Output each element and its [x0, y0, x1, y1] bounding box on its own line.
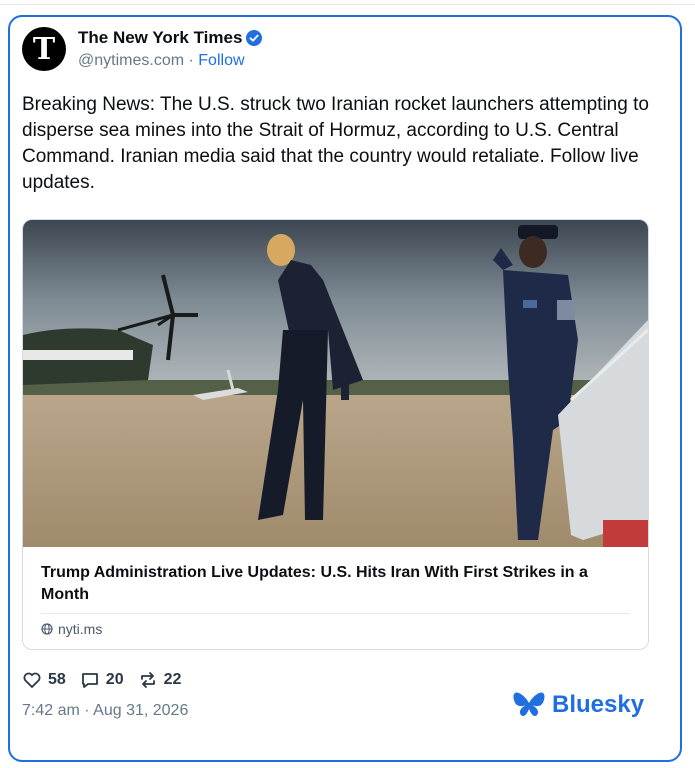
follow-button[interactable]: Follow	[198, 52, 244, 69]
handle-row: @nytimes.com · Follow	[78, 52, 262, 70]
globe-icon	[41, 623, 53, 635]
engagement-bar: 58 20 22	[22, 670, 195, 690]
like-count: 58	[48, 671, 66, 688]
post-header: T The New York Times @nytimes.com · Foll…	[22, 26, 263, 72]
comment-icon	[81, 673, 98, 688]
butterfly-icon	[513, 692, 545, 717]
author-info: The New York Times @nytimes.com · Follow	[78, 28, 263, 70]
brand-name: Bluesky	[552, 691, 645, 718]
display-name[interactable]: The New York Times	[78, 28, 242, 48]
link-preview-card[interactable]: Trump Administration Live Updates: U.S. …	[22, 219, 649, 650]
link-domain-row: nyti.ms	[41, 621, 102, 637]
repost-count: 22	[163, 671, 182, 688]
bluesky-brand[interactable]: Bluesky	[512, 690, 644, 720]
verified-badge-icon	[246, 30, 263, 46]
name-row: The New York Times	[78, 28, 263, 48]
link-domain: nyti.ms	[58, 621, 103, 637]
news-photo[interactable]	[23, 220, 648, 547]
reply-count: 20	[105, 671, 124, 688]
link-divider	[41, 613, 630, 614]
avatar[interactable]: T	[22, 27, 66, 71]
repost-icon	[140, 672, 155, 688]
top-divider	[0, 4, 695, 5]
link-title[interactable]: Trump Administration Live Updates: U.S. …	[41, 562, 631, 606]
post-text: Breaking News: The U.S. struck two Irani…	[22, 94, 649, 193]
heart-icon	[23, 672, 41, 688]
reply-button[interactable]: 20	[80, 670, 124, 690]
repost-button[interactable]: 22	[138, 670, 182, 690]
author-handle[interactable]: @nytimes.com	[78, 52, 184, 69]
post-timestamp[interactable]: 7:42 am · Aug 31, 2026	[22, 702, 188, 720]
separator-dot: ·	[188, 52, 194, 69]
like-button[interactable]: 58	[22, 670, 66, 690]
